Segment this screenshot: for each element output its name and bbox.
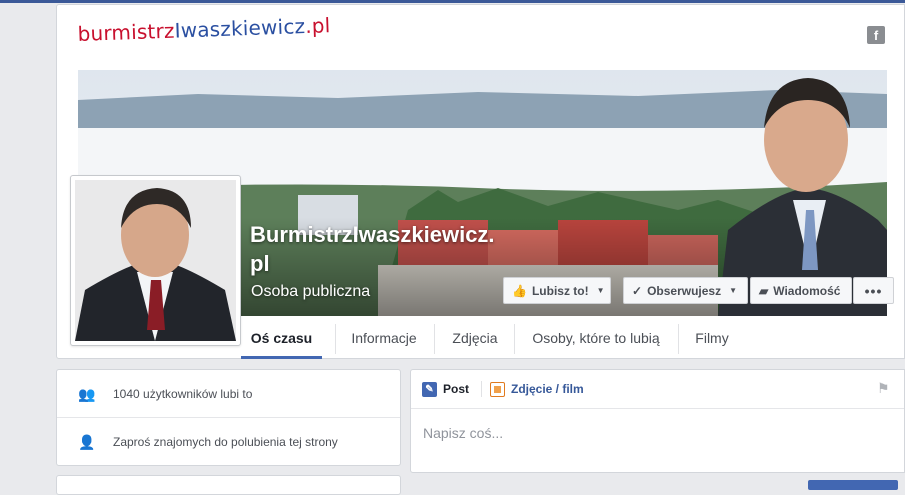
next-card-peek	[56, 475, 401, 495]
more-options-button[interactable]: •••	[853, 277, 894, 304]
invite-friends-text: Zaproś znajomych do polubienia tej stron…	[113, 435, 338, 449]
follow-button-label: Obserwujesz	[647, 283, 722, 298]
post-composer: ✎ Post Zdjęcie / film ⚑ Napisz coś...	[410, 369, 905, 473]
tab-divider	[335, 324, 336, 354]
pencil-icon: ✎	[422, 381, 437, 397]
tab-divider	[678, 324, 679, 354]
logo-part-1: burmistrz	[77, 18, 176, 46]
about-card: 👥 1040 użytkowników lubi to 👤 Zaproś zna…	[56, 369, 401, 466]
composer-tab-post-label: Post	[443, 382, 470, 396]
chevron-down-icon: ▼	[729, 286, 738, 295]
logo-part-2: Iwaszkiewicz	[174, 14, 306, 43]
checkmark-icon: ✓	[632, 283, 643, 298]
flag-icon[interactable]: ⚑	[877, 380, 890, 397]
publish-button[interactable]	[808, 480, 898, 490]
composer-input[interactable]: Napisz coś...	[423, 425, 503, 441]
tab-about[interactable]: Informacje	[341, 318, 427, 359]
tab-timeline[interactable]: Oś czasu	[241, 318, 322, 359]
composer-tabs: ✎ Post Zdjęcie / film ⚑	[411, 370, 904, 409]
facebook-icon[interactable]: f	[867, 26, 885, 44]
tab-photos[interactable]: Zdjęcia	[441, 318, 509, 359]
likes-count-text: 1040 użytkowników lubi to	[113, 387, 253, 401]
add-person-icon: 👤	[78, 433, 96, 450]
composer-tab-photo-label: Zdjęcie / film	[511, 382, 584, 396]
photo-icon	[490, 381, 505, 397]
thumbs-up-icon: 👍	[512, 283, 527, 298]
follow-button[interactable]: ✓ Obserwujesz ▼	[623, 277, 748, 304]
composer-tab-post[interactable]: ✎ Post	[422, 370, 469, 408]
likes-count-row[interactable]: 👥 1040 użytkowników lubi to	[57, 370, 400, 418]
page-category: Osoba publiczna	[251, 283, 371, 300]
top-bar-edge	[0, 0, 905, 3]
composer-tab-photo[interactable]: Zdjęcie / film	[490, 370, 584, 408]
tab-divider	[481, 381, 482, 397]
tab-divider	[434, 324, 435, 354]
page-title: BurmistrzIwaszkiewicz.pl	[250, 222, 495, 276]
message-button-label: Wiadomość	[773, 283, 841, 298]
like-button-label: Lubisz to!	[531, 283, 589, 298]
like-button[interactable]: 👍 Lubisz to! ▼	[503, 277, 611, 304]
profile-picture[interactable]	[70, 175, 241, 346]
message-button[interactable]: ▰ Wiadomość	[750, 277, 852, 304]
tab-videos[interactable]: Filmy	[687, 318, 737, 359]
tab-likes[interactable]: Osoby, które to lubią	[523, 318, 669, 359]
invite-friends-row[interactable]: 👤 Zaproś znajomych do polubienia tej str…	[57, 418, 400, 466]
people-icon: 👥	[78, 385, 96, 402]
tab-divider	[514, 324, 515, 354]
chevron-down-icon: ▼	[596, 286, 605, 295]
logo-part-3: .pl	[304, 13, 331, 39]
speech-bubble-icon: ▰	[759, 283, 769, 298]
